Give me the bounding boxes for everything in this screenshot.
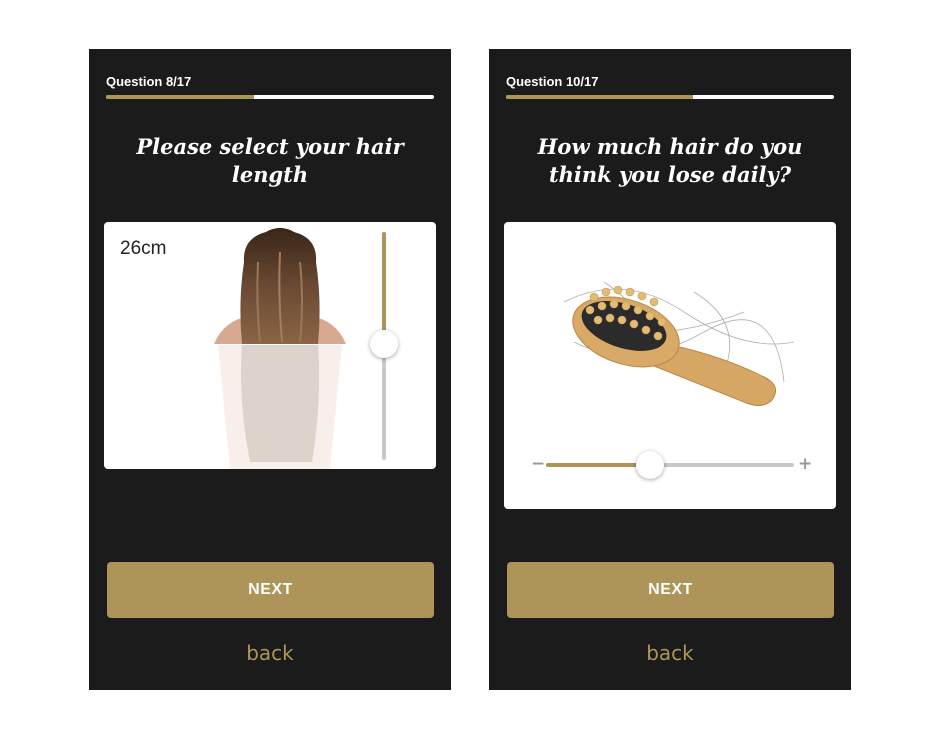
quiz-screen-hair-loss: Question 10/17 How much hair do you thin… — [489, 49, 851, 690]
hair-length-card: 26cm — [104, 222, 436, 469]
hair-length-slider-thumb[interactable] — [370, 329, 398, 358]
question-counter: Question 10/17 — [506, 74, 599, 89]
hair-length-slider-fill — [382, 232, 386, 344]
progress-bar-fill — [506, 95, 693, 99]
next-button[interactable]: NEXT — [107, 562, 434, 618]
hairbrush-image — [563, 281, 795, 406]
hair-loss-slider-fill — [546, 463, 651, 467]
next-button[interactable]: NEXT — [507, 562, 834, 618]
question-title: Please select your hair length — [136, 134, 404, 187]
question-counter: Question 8/17 — [106, 74, 192, 89]
hair-loss-card: − + — [504, 222, 836, 509]
back-link[interactable]: back — [89, 641, 451, 665]
plus-icon[interactable]: + — [798, 454, 812, 474]
minus-icon[interactable]: − — [531, 454, 545, 474]
hair-length-value: 26cm — [120, 238, 167, 259]
progress-bar — [506, 95, 834, 99]
hair-loss-slider-thumb[interactable] — [636, 451, 665, 479]
quiz-screen-hair-length: Question 8/17 Please select your hair le… — [89, 49, 451, 690]
hair-length-figure — [210, 228, 350, 469]
back-link[interactable]: back — [489, 641, 851, 665]
progress-bar — [106, 95, 434, 99]
progress-bar-fill — [106, 95, 254, 99]
question-title: How much hair do you think you lose dail… — [537, 134, 803, 187]
